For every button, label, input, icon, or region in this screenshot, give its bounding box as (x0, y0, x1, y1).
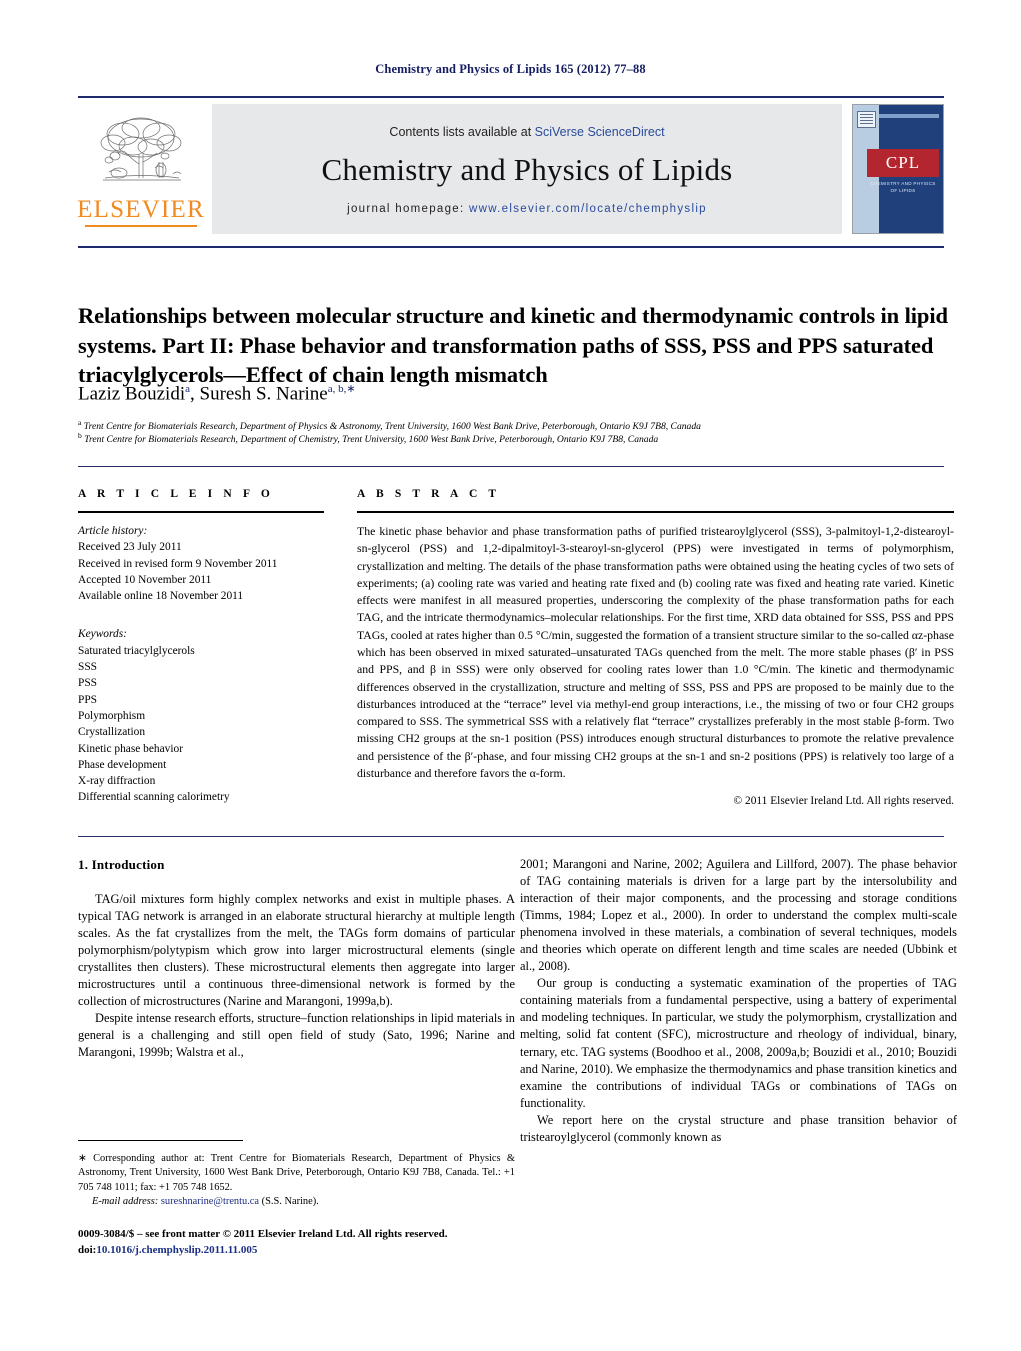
issn-copyright-line: 0009-3084/$ – see front matter © 2011 El… (78, 1228, 448, 1240)
history-item: Available online 18 November 2011 (78, 590, 244, 603)
abstract-copyright: © 2011 Elsevier Ireland Ltd. All rights … (733, 795, 954, 808)
abstract-text: The kinetic phase behavior and phase tra… (357, 524, 955, 780)
article-info-rule (78, 511, 324, 513)
contents-available-line: Contents lists available at SciVerse Sci… (389, 125, 664, 139)
doi-link[interactable]: 10.1016/j.chemphyslip.2011.11.005 (96, 1244, 257, 1256)
cover-subtitle: CHEMISTRY AND PHYSICS OF LIPIDS (870, 181, 936, 193)
cover-abbrev-title: CPL (885, 153, 921, 172)
keyword-item: Kinetic phase behavior (78, 742, 184, 755)
section-heading-introduction: 1. Introduction (78, 857, 165, 872)
running-head: Chemistry and Physics of Lipids 165 (201… (375, 62, 646, 76)
body-column-right: 2001; Marangoni and Narine, 2002; Aguile… (520, 856, 957, 1146)
abstract-column: A B S T R A C T The kinetic phase behavi… (357, 488, 954, 807)
cover-top-bar (879, 114, 939, 118)
article-info-heading: A R T I C L E I N F O (78, 488, 274, 500)
body-column-left: 1. Introduction TAG/oil mixtures form hi… (78, 856, 515, 1061)
elsevier-logo: ELSEVIER (77, 104, 205, 234)
journal-masthead: ELSEVIER Contents lists available at Sci… (77, 96, 944, 236)
homepage-prefix: journal homepage: (347, 203, 469, 216)
elsevier-wordmark: ELSEVIER (77, 196, 205, 223)
abstract-rule (357, 511, 954, 513)
keyword-item: SSS (78, 661, 98, 674)
info-block-top-rule (78, 466, 944, 467)
body-top-rule (78, 836, 944, 837)
abstract-heading: A B S T R A C T (357, 488, 501, 500)
keyword-item: Crystallization (78, 726, 146, 739)
journal-homepage-link[interactable]: www.elsevier.com/locate/chemphyslip (469, 203, 707, 215)
keyword-item: Differential scanning calorimetry (78, 791, 230, 804)
keyword-item: X-ray diffraction (78, 775, 156, 788)
article-history: Article history: Received 23 July 2011 R… (78, 523, 324, 604)
keywords-label: Keywords: (78, 628, 127, 641)
author-list: Laziz Bouzidia, Suresh S. Narinea, b,∗ (78, 383, 356, 405)
affiliation-b: b Trent Centre for Biomaterials Research… (78, 431, 954, 447)
email-address-label: E-mail address: (92, 1196, 159, 1208)
imprint-block: 0009-3084/$ – see front matter © 2011 El… (78, 1227, 538, 1258)
article-info-column: A R T I C L E I N F O Article history: R… (78, 488, 324, 806)
body-paragraph: Our group is conducting a systematic exa… (520, 976, 957, 1110)
author-name-1[interactable]: Laziz Bouzidi (78, 383, 185, 404)
affiliation-a-mark: a (78, 418, 82, 427)
body-paragraph: Despite intense research efforts, struct… (78, 1011, 515, 1060)
history-item: Received in revised form 9 November 2011 (78, 557, 278, 570)
journal-homepage-line: journal homepage: www.elsevier.com/locat… (347, 203, 707, 215)
article-title: Relationships between molecular structur… (78, 303, 948, 387)
keyword-item: PPS (78, 693, 98, 706)
contents-prefix: Contents lists available at (389, 124, 535, 139)
history-item: Received 23 July 2011 (78, 541, 182, 554)
keyword-item: Phase development (78, 758, 167, 771)
keyword-item: Saturated triacylglycerols (78, 644, 195, 657)
corresponding-author-note: ∗ Corresponding author at: Trent Centre … (78, 1153, 515, 1193)
doi-line: doi:10.1016/j.chemphyslip.2011.11.005 (78, 1243, 538, 1259)
elsevier-tree-icon (100, 117, 182, 181)
body-paragraph: We report here on the crystal structure … (520, 1112, 957, 1144)
affiliation-b-text: Trent Centre for Biomaterials Research, … (84, 434, 659, 446)
author-name-2[interactable]: Suresh S. Narine (200, 383, 328, 404)
journal-cover-thumbnail[interactable]: CPL CHEMISTRY AND PHYSICS OF LIPIDS (852, 104, 944, 234)
footnote-block: ∗ Corresponding author at: Trent Centre … (78, 1152, 515, 1209)
body-paragraph: 2001; Marangoni and Narine, 2002; Aguile… (520, 857, 957, 974)
keyword-item: PSS (78, 677, 98, 690)
keyword-list: Keywords: Saturated triacylglycerols SSS… (78, 626, 324, 805)
article-history-label: Article history: (78, 525, 148, 537)
author-marks-2: a, b,∗ (327, 383, 356, 395)
author-marks-1: a (185, 383, 190, 395)
elsevier-underline (85, 225, 197, 227)
journal-band: Contents lists available at SciVerse Sci… (212, 104, 842, 234)
body-paragraph: TAG/oil mixtures form highly complex net… (78, 891, 515, 1009)
email-address-owner: (S.S. Narine). (261, 1196, 319, 1208)
keyword-item: Polymorphism (78, 709, 146, 722)
journal-article-page: Chemistry and Physics of Lipids 165 (201… (0, 0, 1021, 1351)
affiliation-b-mark: b (78, 431, 82, 440)
footnote-separator-rule (78, 1140, 243, 1141)
email-address-link[interactable]: sureshnarine@trentu.ca (161, 1196, 259, 1207)
title-block-top-rule (78, 246, 944, 248)
sciencedirect-link[interactable]: SciVerse ScienceDirect (535, 125, 665, 139)
journal-title: Chemistry and Physics of Lipids (321, 151, 733, 187)
doi-label: doi: (78, 1243, 97, 1256)
cover-publisher-badge-icon (857, 111, 876, 128)
history-item: Accepted 10 November 2011 (78, 573, 212, 586)
masthead-top-rule (78, 96, 944, 98)
